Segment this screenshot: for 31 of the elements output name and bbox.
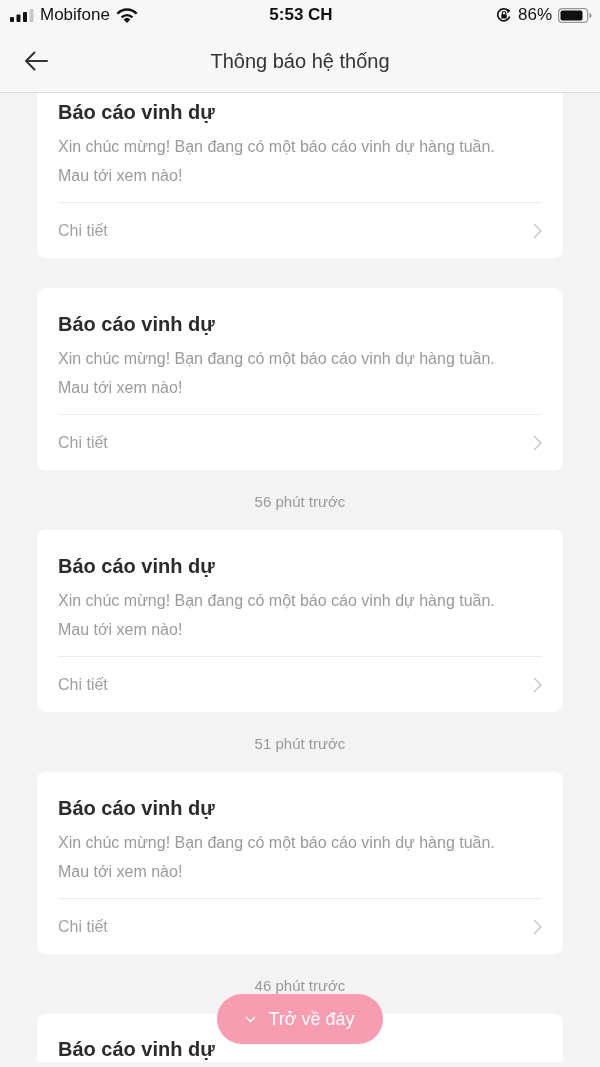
card-title: Báo cáo vinh dự <box>58 1037 216 1062</box>
card-title: Báo cáo vinh dự <box>58 100 216 125</box>
card-message: Xin chúc mừng! Bạn đang có một báo cáo vinh dự hàng tuần. Mau tới xem nào! <box>58 349 496 398</box>
details-link[interactable]: Chi tiết <box>58 203 542 258</box>
back-arrow-icon <box>24 51 48 71</box>
rotation-lock-icon <box>495 7 512 23</box>
card-title: Báo cáo vinh dự <box>58 554 216 579</box>
card-message: Xin chúc mừng! Bạn đang có một báo cáo vinh dự hàng tuần. Mau tới xem nào! <box>58 591 496 640</box>
battery-icon <box>558 7 592 23</box>
details-link[interactable]: Chi tiết <box>58 657 542 712</box>
signal-bars-icon <box>10 8 34 22</box>
timestamp: 46 phút trước <box>254 976 346 996</box>
chevron-right-icon <box>533 434 542 451</box>
card-message: Xin chúc mừng! Bạn đang có một báo cáo vinh dự hàng tuần. Mau tới xem nào! <box>58 137 496 186</box>
chevron-down-icon <box>245 1015 257 1023</box>
page-title: Thông báo hệ thống <box>210 49 390 73</box>
chevron-right-icon <box>533 676 542 693</box>
back-to-bottom-button[interactable]: Trở về đáy <box>217 994 383 1044</box>
timestamp: 56 phút trước <box>254 492 346 512</box>
card-title: Báo cáo vinh dự <box>58 312 216 337</box>
clock-time: 5:53 CH <box>269 5 333 25</box>
details-link[interactable]: Chi tiết <box>58 415 542 470</box>
card-title: Báo cáo vinh dự <box>58 796 216 821</box>
chevron-right-icon <box>533 918 542 935</box>
battery-percent: 86% <box>517 5 552 25</box>
details-link[interactable]: Chi tiết <box>58 899 542 954</box>
timestamp: 51 phút trước <box>254 734 346 754</box>
chevron-right-icon <box>533 222 542 239</box>
wifi-icon <box>115 7 138 23</box>
card-message: Xin chúc mừng! Bạn đang có một báo cáo vinh dự hàng tuần. Mau tới xem nào! <box>58 833 496 882</box>
carrier-name: Mobifone <box>40 5 110 25</box>
